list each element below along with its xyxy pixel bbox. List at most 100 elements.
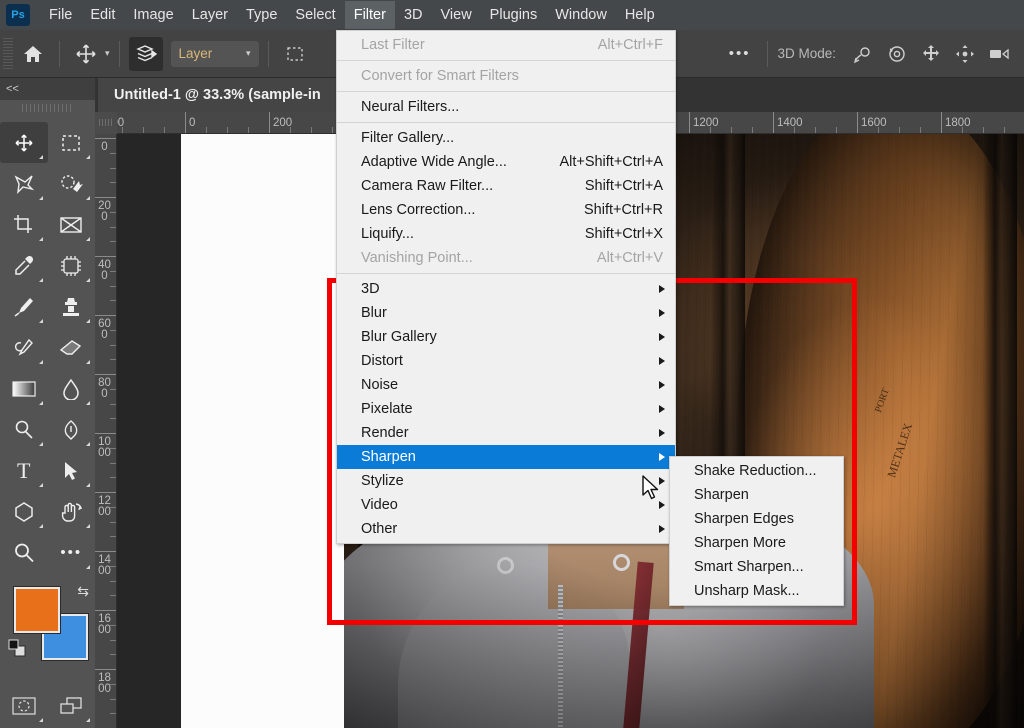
3d-camera-icon[interactable]: [982, 37, 1016, 71]
mode-buttons: [0, 685, 95, 726]
menu-item-noise[interactable]: Noise: [337, 373, 675, 397]
menu-item-sharpen[interactable]: Sharpen: [670, 483, 843, 507]
object-selection-tool[interactable]: [48, 163, 96, 204]
menu-item-stylize[interactable]: Stylize: [337, 469, 675, 493]
menu-item-liquify[interactable]: Liquify...Shift+Ctrl+X: [337, 222, 675, 246]
photoshop-window: Ps FileEditImageLayerTypeSelectFilter3DV…: [0, 0, 1024, 728]
menu-item-file[interactable]: File: [40, 1, 81, 29]
move-tool-chevron-down-icon[interactable]: ▾: [105, 48, 110, 59]
canvas-blank-area[interactable]: [181, 134, 344, 728]
shape-tool[interactable]: [0, 491, 48, 532]
document-tab[interactable]: Untitled-1 @ 33.3% (sample-in: [98, 78, 337, 112]
ruler-tick: [95, 610, 116, 611]
menu-item-render[interactable]: Render: [337, 421, 675, 445]
path-selection-tool[interactable]: [48, 450, 96, 491]
ruler-tick: [95, 315, 116, 316]
menu-item-layer[interactable]: Layer: [183, 1, 237, 29]
menu-item-distort[interactable]: Distort: [337, 349, 675, 373]
menu-item-adaptive-wide-angle[interactable]: Adaptive Wide Angle...Alt+Shift+Ctrl+A: [337, 150, 675, 174]
menu-separator: [337, 273, 675, 274]
3d-orbit-icon[interactable]: [846, 37, 880, 71]
gradient-tool[interactable]: [0, 368, 48, 409]
menu-item-neural-filters[interactable]: Neural Filters...: [337, 95, 675, 119]
blur-tool[interactable]: [48, 368, 96, 409]
frame-tool[interactable]: [48, 204, 96, 245]
ruler-minor-tick: [110, 330, 116, 331]
menu-item-sharpen[interactable]: Sharpen: [337, 445, 675, 469]
more-options-button[interactable]: •••: [721, 45, 759, 62]
menu-item-plugins[interactable]: Plugins: [481, 1, 547, 29]
3d-pan-icon[interactable]: [914, 37, 948, 71]
menu-item-camera-raw-filter[interactable]: Camera Raw Filter...Shift+Ctrl+A: [337, 174, 675, 198]
transform-controls-icon[interactable]: [278, 37, 312, 71]
menu-item-window[interactable]: Window: [546, 1, 616, 29]
eyedropper-tool[interactable]: [0, 245, 48, 286]
lasso-tool[interactable]: [0, 163, 48, 204]
ruler-tick: [941, 112, 942, 133]
menu-item-help[interactable]: Help: [616, 1, 664, 29]
submenu-arrow-icon: [659, 477, 665, 485]
submenu-arrow-icon: [659, 429, 665, 437]
menu-separator: [337, 91, 675, 92]
divider: [767, 41, 768, 67]
tools-panel-collapse-button[interactable]: <<: [0, 78, 95, 100]
screen-mode[interactable]: [48, 685, 96, 726]
menu-item-video[interactable]: Video: [337, 493, 675, 517]
3d-roll-icon[interactable]: [880, 37, 914, 71]
move-tool-icon[interactable]: [69, 37, 103, 71]
type-tool[interactable]: T: [0, 450, 48, 491]
history-brush-tool[interactable]: [0, 327, 48, 368]
pen-tool[interactable]: [48, 409, 96, 450]
ruler-minor-tick: [710, 127, 711, 133]
zoom-tool[interactable]: [0, 532, 48, 573]
menu-item-3d[interactable]: 3D: [337, 277, 675, 301]
menu-item-pixelate[interactable]: Pixelate: [337, 397, 675, 421]
menu-item-view[interactable]: View: [432, 1, 481, 29]
menu-item-sharpen-edges[interactable]: Sharpen Edges: [670, 507, 843, 531]
clone-stamp-tool[interactable]: [48, 286, 96, 327]
tools-panel-grip[interactable]: [0, 104, 95, 120]
menu-separator: [337, 122, 675, 123]
dodge-tool[interactable]: [0, 409, 48, 450]
vertical-ruler[interactable]: 0200400600800100012001400160018002: [95, 134, 117, 728]
menu-item-filter-gallery[interactable]: Filter Gallery...: [337, 126, 675, 150]
foreground-color-swatch[interactable]: [14, 587, 60, 633]
3d-slide-icon[interactable]: [948, 37, 982, 71]
quick-mask-mode[interactable]: [0, 685, 48, 726]
menu-item-unsharp-mask[interactable]: Unsharp Mask...: [670, 579, 843, 603]
menu-item-lens-correction[interactable]: Lens Correction...Shift+Ctrl+R: [337, 198, 675, 222]
default-colors-icon[interactable]: [8, 639, 26, 657]
menu-item-edit[interactable]: Edit: [81, 1, 124, 29]
menu-item-smart-sharpen[interactable]: Smart Sharpen...: [670, 555, 843, 579]
menu-item-3d[interactable]: 3D: [395, 1, 432, 29]
tool-corner-indicator: [86, 565, 90, 569]
move-tool[interactable]: [0, 122, 48, 163]
hand-tool[interactable]: [48, 491, 96, 532]
menu-item-filter[interactable]: Filter: [345, 1, 395, 29]
ruler-minor-tick: [836, 127, 837, 133]
menu-item-image[interactable]: Image: [124, 1, 182, 29]
menu-item-sharpen-more[interactable]: Sharpen More: [670, 531, 843, 555]
menu-item-type[interactable]: Type: [237, 1, 286, 29]
layer-select-dropdown[interactable]: Layer ▾: [171, 41, 259, 67]
swap-colors-icon[interactable]: ⇆: [77, 583, 89, 600]
sharpen-submenu-dropdown[interactable]: Shake Reduction...SharpenSharpen EdgesSh…: [669, 456, 844, 606]
options-bar-grip[interactable]: [3, 38, 13, 70]
home-icon[interactable]: [16, 37, 50, 71]
menu-item-shake-reduction[interactable]: Shake Reduction...: [670, 459, 843, 483]
tool-corner-indicator: [86, 237, 90, 241]
eraser-tool[interactable]: [48, 327, 96, 368]
filter-menu-dropdown[interactable]: Last FilterAlt+Ctrl+FConvert for Smart F…: [336, 30, 676, 544]
edit-toolbar-tool[interactable]: •••: [48, 532, 96, 573]
menu-item-other[interactable]: Other: [337, 517, 675, 541]
menu-item-select[interactable]: Select: [286, 1, 344, 29]
crop-tool[interactable]: [0, 204, 48, 245]
spot-healing-brush-tool[interactable]: [48, 245, 96, 286]
menu-item-blur[interactable]: Blur: [337, 301, 675, 325]
layers-select-icon[interactable]: [129, 37, 163, 71]
ruler-origin-corner[interactable]: [95, 112, 117, 134]
brush-tool[interactable]: [0, 286, 48, 327]
menu-item-blur-gallery[interactable]: Blur Gallery: [337, 325, 675, 349]
submenu-arrow-icon: [659, 285, 665, 293]
rectangular-marquee-tool[interactable]: [48, 122, 96, 163]
